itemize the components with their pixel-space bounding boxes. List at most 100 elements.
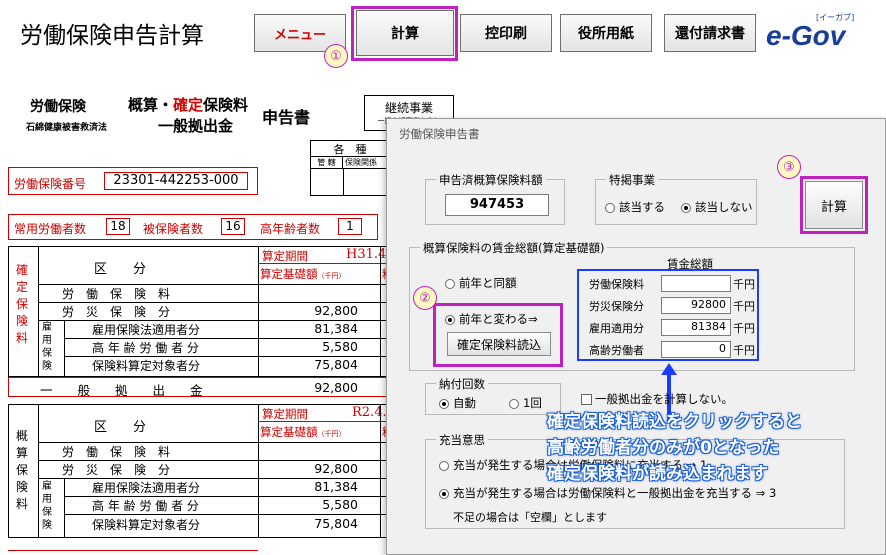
- kakushu-label: 各 種: [311, 141, 389, 157]
- base-label-2: 算定基礎額（千円）: [260, 424, 346, 440]
- row-employment-1: 雇用保険法適用者分: [92, 323, 201, 337]
- declared-premium-group-title: 申告済概算保険料額: [436, 172, 546, 188]
- row-employment-2: 雇用保険法適用者分: [92, 481, 201, 495]
- elderly-count-label: 高年齢者数: [260, 222, 321, 236]
- sub-side-char: 雇: [42, 481, 52, 492]
- sub-side-char: 保: [42, 507, 52, 518]
- egov-sub: [イーガブ]: [816, 13, 855, 22]
- base-label-text: 算定基礎額: [260, 425, 318, 439]
- wage-label-labor: 労働保険料: [589, 278, 644, 291]
- kankatsu-label: 管 轄: [311, 157, 343, 168]
- wage-field-elderly[interactable]: 0: [661, 341, 731, 358]
- side-char: 保: [15, 463, 28, 477]
- value-target-2: 75,804: [314, 516, 358, 531]
- declaration-dialog: 労働保険申告書 申告済概算保険料額 947453 特掲事業 該当する 該当しない…: [386, 118, 886, 555]
- confirmed-side-label: 確 定 保 険 料: [14, 262, 30, 347]
- radio-selected-icon: [439, 488, 449, 499]
- unit-text: （千円）: [317, 272, 346, 280]
- row-labor-premium-1: 労 働 保 険 料: [62, 287, 171, 301]
- form-header-declaration: 申告書: [262, 108, 311, 127]
- estimated-side-label: 概 算 保 険 料: [14, 428, 30, 513]
- value-elderly-1: 5,580: [322, 339, 358, 354]
- alloc-option-2-radio[interactable]: 充当が発生する場合は労働保険料と一般拠出金を充当する ⇒ 3: [439, 485, 776, 501]
- wage-field-accident[interactable]: 92800: [661, 297, 731, 314]
- base-label-text: 算定基礎額: [260, 267, 318, 281]
- elderly-count-value: 1: [338, 218, 362, 235]
- value-accident-1: 92,800: [314, 303, 358, 318]
- unit-text: （千円）: [317, 430, 346, 438]
- wage-field-labor[interactable]: [661, 275, 731, 292]
- row-accident-2: 労 災 保 険 分: [62, 463, 171, 477]
- wage-unit: 千円: [733, 278, 755, 291]
- wage-label-employment: 雇用適用分: [589, 322, 644, 335]
- step-1-marker: ①: [324, 44, 348, 68]
- header-confirmed: 確定: [173, 96, 204, 114]
- special-yes-radio[interactable]: 該当する: [605, 199, 665, 215]
- row-elderly-2: 高 年 齢 労 働 者 分: [92, 499, 199, 513]
- highlight-dialog-calc: [800, 176, 868, 234]
- declared-premium-field[interactable]: 947453: [445, 194, 549, 216]
- app-title: 労働保険申告計算: [20, 23, 204, 49]
- installments-group-title: 納付回数: [436, 376, 488, 392]
- sub-side-char: 険: [42, 361, 52, 372]
- side-char: 険: [15, 314, 28, 328]
- callout-line-2: 高齢労働者分のみが0となった: [547, 438, 780, 458]
- value-employment-2: 81,384: [314, 479, 358, 494]
- print-button[interactable]: 控印刷: [460, 14, 552, 52]
- wage-label-elderly: 高齢労働者: [589, 344, 644, 357]
- side-char: 概: [15, 429, 28, 443]
- alloc-option-2-label: 充当が発生する場合は労働保険料と一般拠出金を充当する ⇒ 3: [453, 486, 777, 500]
- row-elderly-1: 高 年 齢 労 働 者 分: [92, 341, 199, 355]
- step-2-marker: ②: [413, 286, 437, 310]
- kubun-header-2: 区 分: [94, 420, 147, 435]
- emp-count-value: 18: [106, 218, 130, 235]
- insurance-number-label: 労働保険番号: [14, 177, 87, 191]
- sub-side-char: 用: [42, 494, 52, 505]
- continuing-label: 継続事業: [384, 101, 433, 115]
- row-target-1: 保険料算定対象者分: [92, 359, 201, 373]
- special-no-radio[interactable]: 該当しない: [681, 199, 753, 215]
- form-header-law: 石綿健康被害救済法: [26, 123, 108, 133]
- once-label: 1回: [523, 396, 542, 410]
- row-accident-1: 労 災 保 険 分: [62, 305, 171, 319]
- header-premium: 保険料: [203, 96, 249, 114]
- wage-group-title: 概算保険料の賃金総額(算定基礎額): [420, 240, 608, 256]
- same-as-prev-radio[interactable]: 前年と同額: [445, 275, 517, 291]
- side-char: 保: [15, 297, 28, 311]
- insurance-number-value: 23301-442253-000: [104, 172, 248, 190]
- egov-button[interactable]: e-Gov [イーガブ]: [762, 12, 858, 54]
- radio-icon: [445, 278, 455, 289]
- form-header-labor: 労働保険: [30, 99, 86, 115]
- value-elderly-2: 5,580: [322, 497, 358, 512]
- value-employment-1: 81,384: [314, 321, 358, 336]
- radio-icon: [605, 202, 615, 213]
- side-char: 定: [15, 280, 28, 294]
- side-char: 算: [15, 446, 28, 460]
- special-no-label: 該当しない: [695, 200, 753, 214]
- checkbox-icon: [581, 394, 592, 405]
- radio-selected-icon: [439, 398, 449, 409]
- insured-count-label: 被保険者数: [143, 222, 204, 236]
- sub-side-char: 用: [42, 335, 52, 346]
- radio-icon: [509, 398, 519, 409]
- highlight-calc-toolbar: [351, 6, 458, 61]
- hoken-label: 保険関係: [345, 158, 377, 167]
- allocation-group-title: 充当意思: [436, 432, 488, 448]
- special-business-group-title: 特掲事業: [606, 172, 658, 188]
- refund-button[interactable]: 還付請求書: [664, 14, 756, 52]
- radio-icon: [439, 460, 449, 471]
- highlight-load-button: [433, 303, 563, 367]
- no-general-checkbox[interactable]: 一般拠出金を計算しない。: [581, 391, 733, 407]
- auto-radio[interactable]: 自動: [439, 395, 476, 411]
- no-general-label: 一般拠出金を計算しない。: [595, 392, 733, 406]
- wage-field-employment[interactable]: 81384: [661, 319, 731, 336]
- kakushu-table: 各 種 管 轄 保険関係: [310, 140, 390, 196]
- form-header-types: 概算・確定保険料: [128, 94, 248, 115]
- once-radio[interactable]: 1回: [509, 395, 542, 411]
- wage-label-accident: 労災保険分: [589, 300, 644, 313]
- wage-unit: 千円: [733, 300, 755, 313]
- period-value-2: R2.4.: [352, 405, 387, 420]
- period-label-1: 算定期間: [262, 249, 308, 263]
- employment-side-1: 雇 用 保 険: [42, 321, 54, 373]
- office-form-button[interactable]: 役所用紙: [560, 14, 652, 52]
